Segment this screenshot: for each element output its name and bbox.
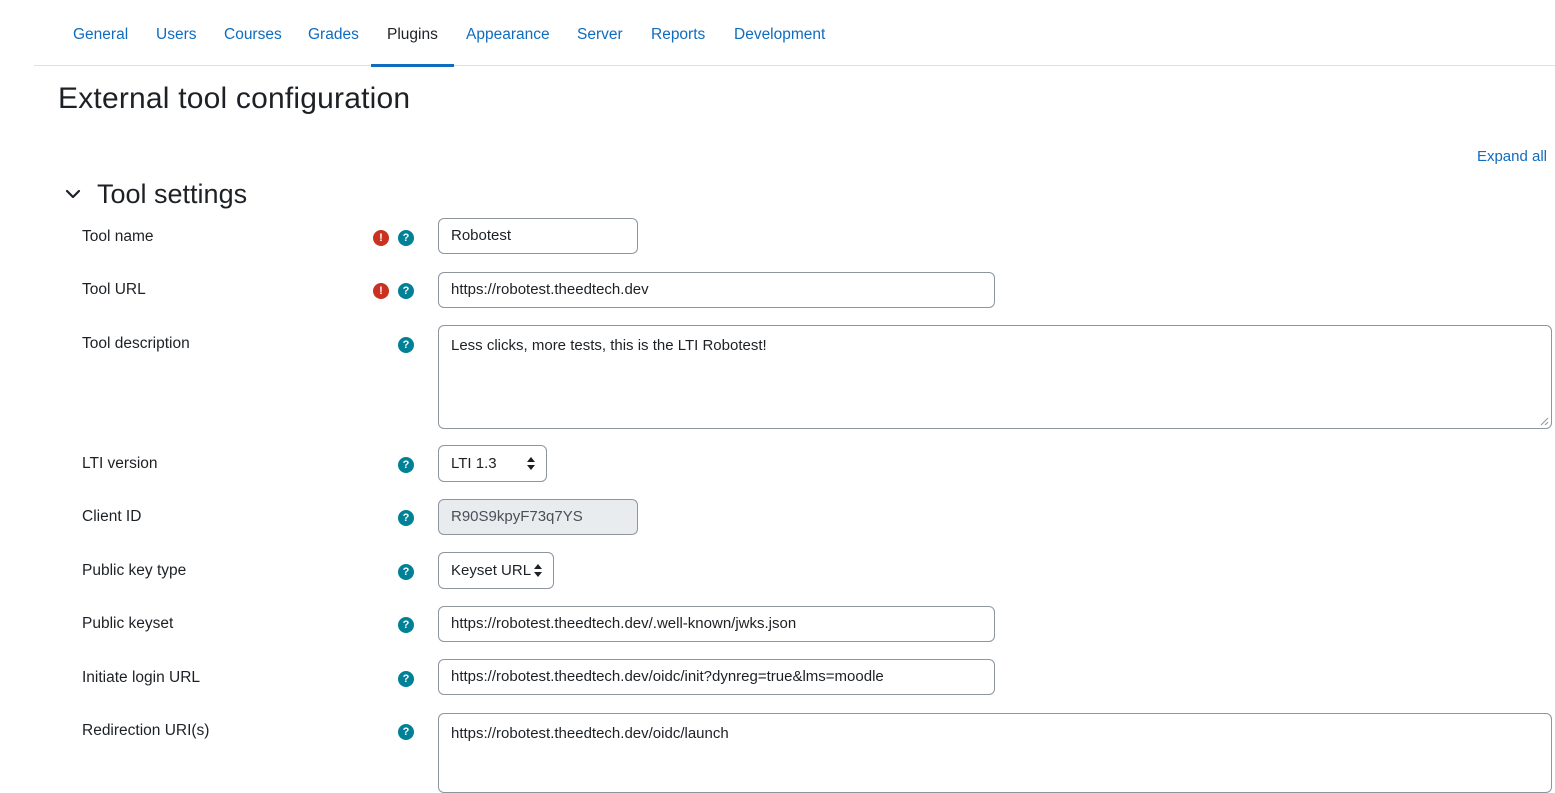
- select-arrows-icon: [527, 457, 535, 470]
- tool-name-label: Tool name: [82, 228, 154, 245]
- tab-appearance[interactable]: Appearance: [466, 0, 550, 66]
- tool-name-input[interactable]: Robotest: [438, 218, 638, 254]
- redirection-uris-label: Redirection URI(s): [82, 722, 210, 739]
- public-key-type-value: Keyset URL: [451, 562, 532, 579]
- public-key-type-select[interactable]: Keyset URL: [438, 552, 554, 589]
- tab-server[interactable]: Server: [577, 0, 623, 66]
- tab-reports[interactable]: Reports: [651, 0, 705, 66]
- client-id-label: Client ID: [82, 508, 142, 525]
- tab-general[interactable]: General: [73, 0, 128, 66]
- redirection-uris-textarea[interactable]: https://robotest.theedtech.dev/oidc/laun…: [438, 713, 1552, 793]
- section-title: Tool settings: [97, 178, 248, 209]
- redirection-uris-text: https://robotest.theedtech.dev/oidc/laun…: [451, 725, 729, 742]
- lti-version-select[interactable]: LTI 1.3: [438, 445, 547, 482]
- resize-handle-icon[interactable]: [1539, 416, 1549, 426]
- help-icon[interactable]: ?: [398, 671, 414, 687]
- help-icon[interactable]: ?: [398, 337, 414, 353]
- lti-version-value: LTI 1.3: [451, 455, 497, 472]
- initiate-login-url-input[interactable]: https://robotest.theedtech.dev/oidc/init…: [438, 659, 995, 695]
- tool-description-textarea[interactable]: Less clicks, more tests, this is the LTI…: [438, 325, 1552, 429]
- tab-grades[interactable]: Grades: [308, 0, 359, 66]
- help-icon[interactable]: ?: [398, 283, 414, 299]
- help-icon[interactable]: ?: [398, 564, 414, 580]
- required-icon: !: [373, 283, 389, 299]
- lti-version-label: LTI version: [82, 455, 158, 472]
- tool-description-text: Less clicks, more tests, this is the LTI…: [451, 337, 767, 354]
- help-icon[interactable]: ?: [398, 510, 414, 526]
- public-keyset-label: Public keyset: [82, 615, 174, 632]
- select-arrows-icon: [534, 564, 542, 577]
- tool-url-label: Tool URL: [82, 281, 146, 298]
- chevron-down-icon: [65, 189, 81, 199]
- help-icon[interactable]: ?: [398, 457, 414, 473]
- page-title: External tool configuration: [58, 82, 411, 115]
- tool-url-input[interactable]: https://robotest.theedtech.dev: [438, 272, 995, 308]
- public-key-type-label: Public key type: [82, 562, 187, 579]
- required-icon: !: [373, 230, 389, 246]
- expand-all-link[interactable]: Expand all: [1477, 148, 1547, 165]
- tool-description-label: Tool description: [82, 335, 190, 352]
- tab-development[interactable]: Development: [734, 0, 825, 66]
- help-icon[interactable]: ?: [398, 617, 414, 633]
- tool-settings-section-toggle[interactable]: Tool settings: [62, 174, 247, 214]
- initiate-login-url-label: Initiate login URL: [82, 669, 201, 686]
- public-keyset-input[interactable]: https://robotest.theedtech.dev/.well-kno…: [438, 606, 995, 642]
- tab-courses[interactable]: Courses: [224, 0, 282, 66]
- tab-users[interactable]: Users: [156, 0, 196, 66]
- help-icon[interactable]: ?: [398, 230, 414, 246]
- tab-plugins[interactable]: Plugins: [371, 0, 454, 67]
- client-id-field: R90S9kpyF73q7YS: [438, 499, 638, 535]
- secondary-navigation: General Users Courses Grades Plugins App…: [34, 0, 1555, 67]
- help-icon[interactable]: ?: [398, 724, 414, 740]
